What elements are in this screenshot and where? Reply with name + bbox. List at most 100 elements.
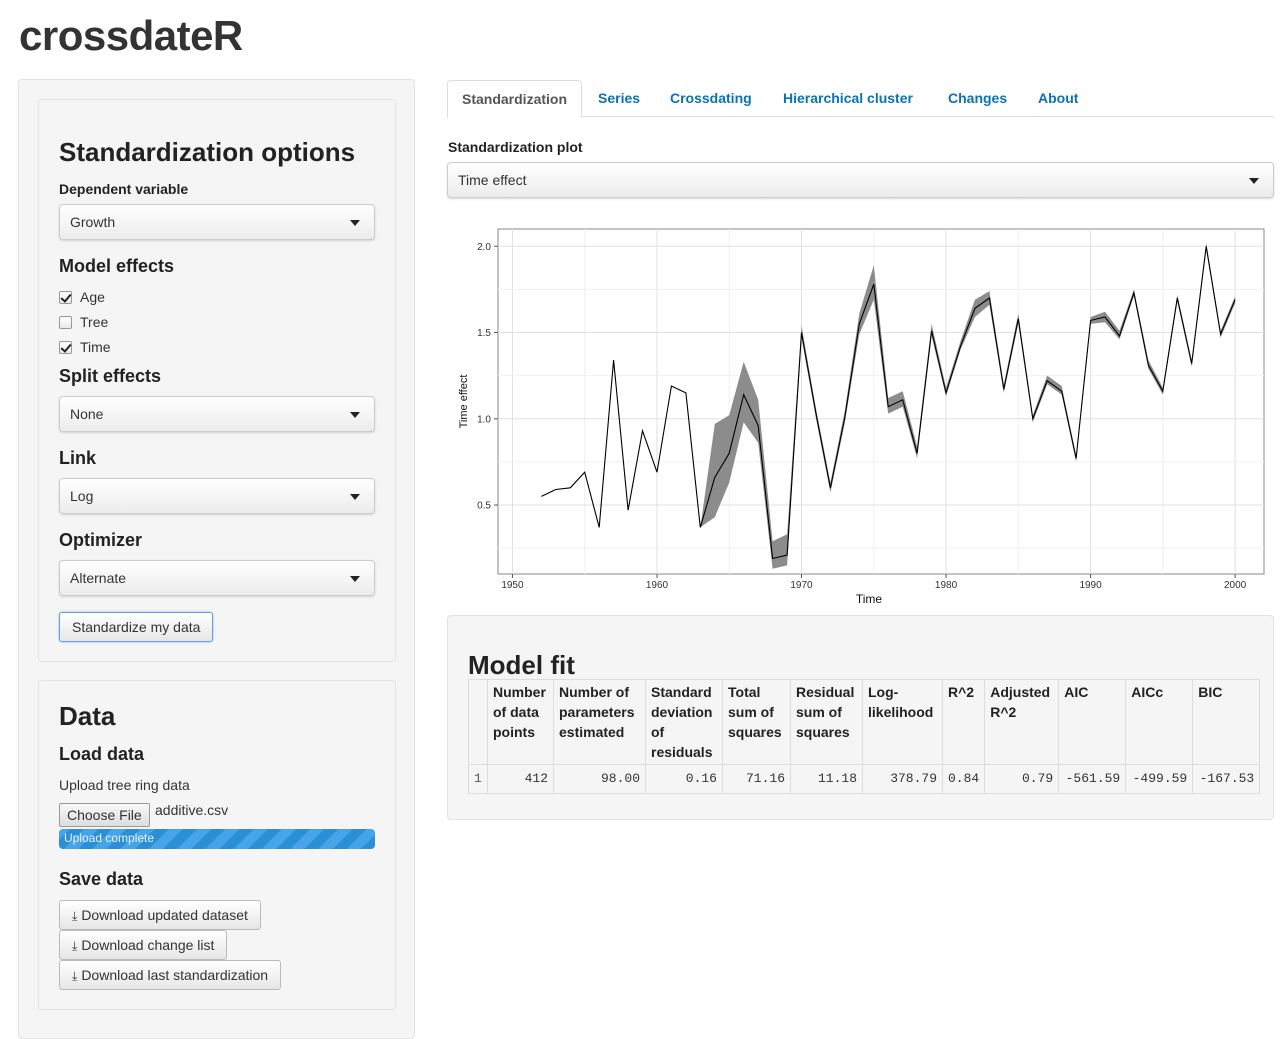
x-tick-label: 1970	[790, 580, 813, 591]
split-effects-heading: Split effects	[59, 366, 162, 386]
standardize-button[interactable]: Standardize my data	[59, 612, 214, 642]
table-cell: 0.16	[645, 764, 723, 794]
table-header: AIC	[1058, 679, 1127, 765]
checkbox-age-label: Age	[80, 289, 105, 305]
link-select[interactable]: Log	[59, 478, 375, 514]
table-cell-rowid: 1	[468, 764, 488, 794]
download-change-list-label: Download change list	[81, 937, 215, 953]
table-cell: 98.00	[553, 764, 646, 794]
chevron-down-icon	[350, 576, 360, 582]
download-last-standardization-button[interactable]: ⤓ Download last standardization	[59, 960, 282, 990]
model-fit-table: Number of data points Number of paramete…	[468, 679, 1261, 794]
table-cell: -561.59	[1058, 764, 1127, 794]
link-heading: Link	[59, 448, 97, 468]
y-axis-label: Time effect	[458, 375, 470, 429]
download-icon: ⤓	[72, 969, 78, 983]
checkbox-time[interactable]: Time	[59, 338, 111, 356]
chevron-down-icon	[350, 494, 360, 500]
tab-bar: Standardization Series Crossdating Hiera…	[447, 80, 1274, 118]
checkbox-unchecked-icon[interactable]	[59, 316, 72, 329]
choose-file-button[interactable]: Choose File	[59, 803, 150, 827]
download-updated-dataset-button[interactable]: ⤓ Download updated dataset	[59, 900, 261, 930]
x-tick-label: 1990	[1079, 580, 1102, 591]
dependent-variable-value: Growth	[70, 214, 116, 230]
table-cell: 71.16	[722, 764, 791, 794]
link-value: Log	[70, 488, 94, 504]
standardization-options-heading: Standardization options	[59, 137, 356, 167]
model-effects-heading: Model effects	[59, 256, 175, 276]
download-icon: ⤓	[72, 909, 78, 923]
chart-svg: 1950 1960 1970 1980 1990 2000 0.5 1.0 1.5 2.0 Time…	[458, 228, 1265, 606]
table-cell: -167.53	[1192, 764, 1261, 794]
y-tick-label: 0.5	[477, 501, 491, 512]
sidebar: Standardization options Dependent variab…	[18, 79, 415, 1039]
tab-about[interactable]: About	[1024, 80, 1092, 117]
checkbox-tree-label: Tree	[80, 314, 109, 330]
table-header: Adjusted R^2	[984, 679, 1060, 765]
tab-hierarchical-cluster[interactable]: Hierarchical cluster	[769, 80, 927, 117]
table-header: R^2	[941, 679, 986, 765]
table-header: Standard deviation of residuals	[645, 679, 723, 765]
table-header: Residual sum of squares	[790, 679, 863, 765]
data-heading: Data	[59, 701, 116, 731]
y-tick-label: 1.5	[477, 328, 491, 339]
checkbox-checked-icon[interactable]	[59, 341, 72, 354]
standardization-plot-label: Standardization plot	[448, 139, 583, 155]
standardization-plot-value: Time effect	[458, 172, 527, 188]
optimizer-value: Alternate	[70, 570, 127, 586]
checkbox-tree[interactable]: Tree	[59, 313, 108, 331]
standardization-plot-select[interactable]: Time effect	[447, 162, 1274, 198]
time-effect-chart: 1950 1960 1970 1980 1990 2000 0.5 1.0 1.5 2.0 Time…	[447, 211, 1274, 611]
dependent-variable-select[interactable]: Growth	[59, 204, 375, 240]
table-cell: 0.84	[941, 764, 986, 794]
x-tick-label: 1950	[501, 580, 524, 591]
table-header: Log-likelihood	[862, 679, 943, 765]
download-change-list-button[interactable]: ⤓ Download change list	[59, 930, 228, 960]
table-header: AICc	[1125, 679, 1194, 765]
tab-standardization[interactable]: Standardization	[447, 80, 583, 118]
upload-progress-bar: Upload complete	[59, 829, 375, 849]
table-cell: 11.18	[790, 764, 863, 794]
upload-status: Upload complete	[64, 831, 155, 845]
chevron-down-icon	[350, 220, 360, 226]
tab-series[interactable]: Series	[584, 80, 654, 117]
chevron-down-icon	[1249, 178, 1259, 184]
y-tick-label: 2.0	[477, 242, 491, 253]
tab-changes[interactable]: Changes	[934, 80, 1021, 117]
download-icon: ⤓	[72, 939, 78, 953]
table-cell: 0.79	[984, 764, 1060, 794]
optimizer-heading: Optimizer	[59, 530, 143, 550]
x-axis-label: Time	[856, 592, 883, 606]
optimizer-select[interactable]: Alternate	[59, 560, 375, 596]
checkbox-checked-icon[interactable]	[59, 291, 72, 304]
y-tick-label: 1.0	[477, 414, 491, 425]
x-tick-label: 1960	[646, 580, 669, 591]
load-data-heading: Load data	[59, 744, 145, 764]
upload-label: Upload tree ring data	[59, 777, 190, 793]
table-cell: 378.79	[862, 764, 943, 794]
chevron-down-icon	[350, 412, 360, 418]
save-data-heading: Save data	[59, 869, 144, 889]
model-fit-panel: Model fit Number of data points Number o…	[447, 615, 1274, 820]
checkbox-time-label: Time	[80, 339, 111, 355]
x-tick-label: 1980	[935, 580, 958, 591]
split-effects-select[interactable]: None	[59, 396, 375, 432]
table-header: Number of data points	[487, 679, 554, 765]
file-name: additive.csv	[155, 802, 229, 818]
checkbox-age[interactable]: Age	[59, 288, 105, 306]
tab-crossdating[interactable]: Crossdating	[656, 80, 766, 117]
model-fit-heading: Model fit	[468, 650, 575, 680]
table-row: 1 412 98.00 0.16 71.16 11.18 378.79 0.84…	[468, 764, 1261, 794]
table-header-row: Number of data points Number of paramete…	[468, 679, 1261, 765]
table-header: Total sum of squares	[722, 679, 791, 765]
plot-panel	[497, 228, 1265, 575]
data-panel: Data Load data Upload tree ring data Cho…	[38, 680, 396, 1010]
split-effects-value: None	[70, 406, 104, 422]
table-header: Number of parameters estimated	[553, 679, 646, 765]
standardization-options-panel: Standardization options Dependent variab…	[38, 99, 396, 662]
app-title: crossdateR	[19, 12, 243, 59]
table-cell: 412	[487, 764, 554, 794]
table-cell: -499.59	[1125, 764, 1194, 794]
x-tick-label: 2000	[1224, 580, 1247, 591]
table-header: BIC	[1192, 679, 1261, 765]
